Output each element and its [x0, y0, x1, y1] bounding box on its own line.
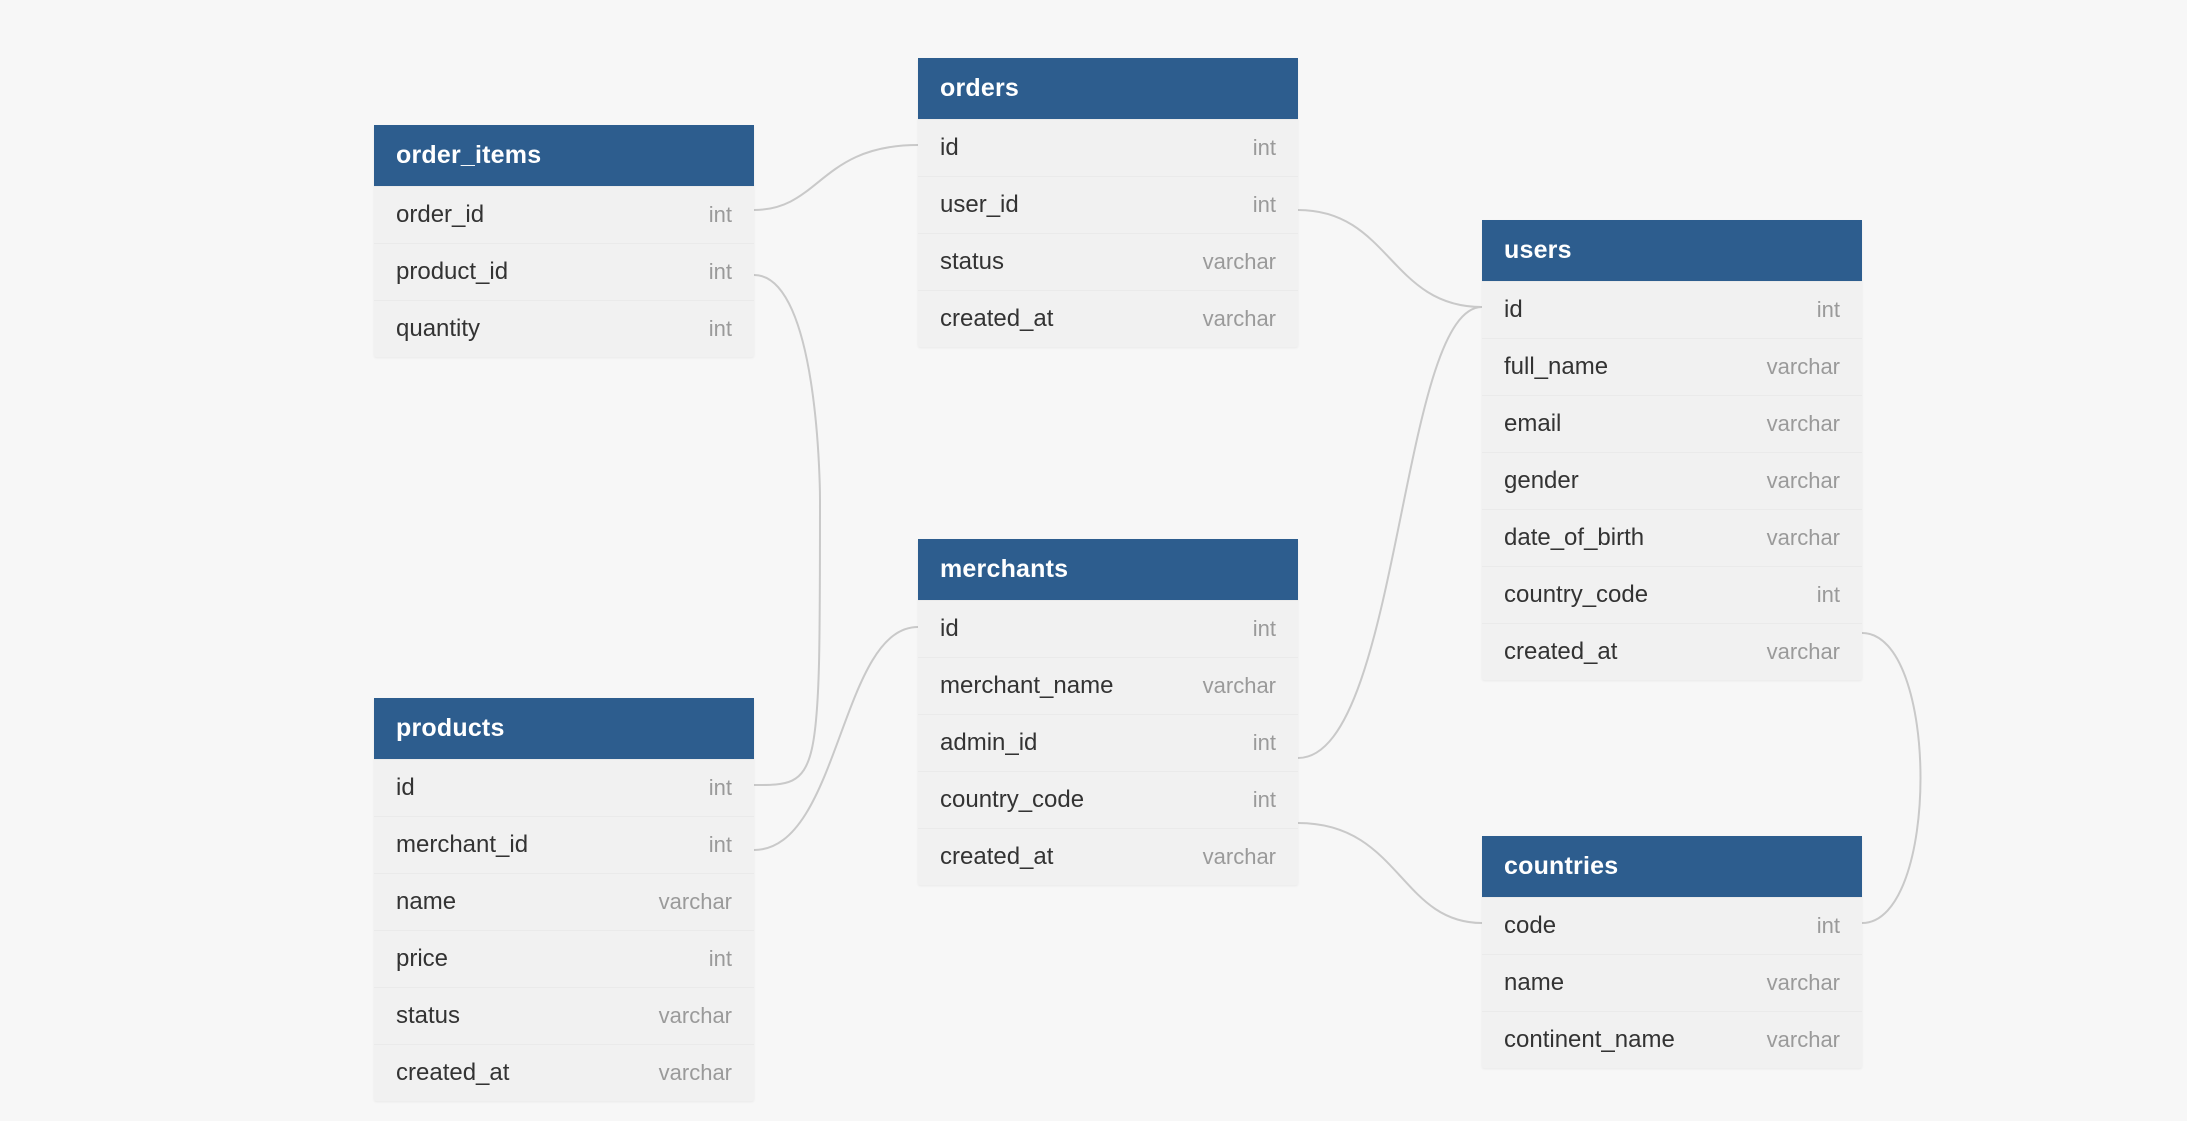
column-row[interactable]: price int [374, 930, 754, 987]
column-type: varchar [1767, 970, 1840, 996]
table-products[interactable]: products id int merchant_id int name var… [374, 698, 754, 1101]
column-row[interactable]: created_at varchar [918, 290, 1298, 347]
column-name: id [396, 774, 415, 802]
column-type: varchar [1203, 673, 1276, 699]
column-name: created_at [940, 843, 1053, 871]
column-row[interactable]: name varchar [374, 873, 754, 930]
column-name: price [396, 945, 448, 973]
column-name: email [1504, 410, 1561, 438]
column-name: status [396, 1002, 460, 1030]
column-type: int [1817, 297, 1840, 323]
column-type: varchar [1767, 639, 1840, 665]
column-name: user_id [940, 191, 1019, 219]
column-type: int [709, 946, 732, 972]
column-row[interactable]: id int [1482, 281, 1862, 338]
column-type: varchar [1767, 468, 1840, 494]
column-type: varchar [1203, 249, 1276, 275]
column-name: name [396, 888, 456, 916]
column-type: int [709, 316, 732, 342]
column-name: order_id [396, 201, 484, 229]
column-row[interactable]: name varchar [1482, 954, 1862, 1011]
column-type: int [1253, 192, 1276, 218]
column-row[interactable]: id int [374, 759, 754, 816]
table-header: merchants [918, 539, 1298, 600]
table-merchants[interactable]: merchants id int merchant_name varchar a… [918, 539, 1298, 885]
column-row[interactable]: id int [918, 600, 1298, 657]
column-row[interactable]: admin_id int [918, 714, 1298, 771]
column-row[interactable]: continent_name varchar [1482, 1011, 1862, 1068]
column-type: varchar [1767, 411, 1840, 437]
column-row[interactable]: date_of_birth varchar [1482, 509, 1862, 566]
column-row[interactable]: product_id int [374, 243, 754, 300]
column-name: date_of_birth [1504, 524, 1644, 552]
column-type: int [1253, 616, 1276, 642]
column-name: full_name [1504, 353, 1608, 381]
column-name: country_code [940, 786, 1084, 814]
column-row[interactable]: created_at varchar [1482, 623, 1862, 680]
column-name: merchant_name [940, 672, 1113, 700]
column-name: created_at [940, 305, 1053, 333]
column-name: created_at [1504, 638, 1617, 666]
column-row[interactable]: country_code int [918, 771, 1298, 828]
column-name: country_code [1504, 581, 1648, 609]
table-header: countries [1482, 836, 1862, 897]
column-row[interactable]: country_code int [1482, 566, 1862, 623]
column-row[interactable]: code int [1482, 897, 1862, 954]
column-type: int [709, 202, 732, 228]
er-diagram-canvas[interactable]: order_items order_id int product_id int … [0, 0, 2187, 1121]
column-name: continent_name [1504, 1026, 1675, 1054]
column-name: quantity [396, 315, 480, 343]
column-type: varchar [659, 1003, 732, 1029]
column-name: admin_id [940, 729, 1037, 757]
column-row[interactable]: created_at varchar [918, 828, 1298, 885]
column-type: int [709, 259, 732, 285]
column-type: varchar [659, 889, 732, 915]
column-type: varchar [659, 1060, 732, 1086]
table-header: order_items [374, 125, 754, 186]
column-row[interactable]: email varchar [1482, 395, 1862, 452]
column-type: int [1817, 913, 1840, 939]
table-header: products [374, 698, 754, 759]
column-name: product_id [396, 258, 508, 286]
column-type: varchar [1767, 525, 1840, 551]
table-order-items[interactable]: order_items order_id int product_id int … [374, 125, 754, 357]
column-type: int [709, 832, 732, 858]
table-orders[interactable]: orders id int user_id int status varchar… [918, 58, 1298, 347]
table-users[interactable]: users id int full_name varchar email var… [1482, 220, 1862, 680]
column-name: name [1504, 969, 1564, 997]
column-type: int [1253, 135, 1276, 161]
table-header: users [1482, 220, 1862, 281]
column-row[interactable]: full_name varchar [1482, 338, 1862, 395]
column-row[interactable]: merchant_id int [374, 816, 754, 873]
column-type: int [1253, 787, 1276, 813]
column-type: int [1817, 582, 1840, 608]
column-row[interactable]: order_id int [374, 186, 754, 243]
column-type: varchar [1767, 1027, 1840, 1053]
table-countries[interactable]: countries code int name varchar continen… [1482, 836, 1862, 1068]
column-row[interactable]: quantity int [374, 300, 754, 357]
column-name: id [940, 615, 959, 643]
column-type: int [709, 775, 732, 801]
column-row[interactable]: gender varchar [1482, 452, 1862, 509]
column-name: created_at [396, 1059, 509, 1087]
column-name: code [1504, 912, 1556, 940]
column-type: int [1253, 730, 1276, 756]
column-type: varchar [1203, 306, 1276, 332]
column-row[interactable]: id int [918, 119, 1298, 176]
column-type: varchar [1203, 844, 1276, 870]
column-name: status [940, 248, 1004, 276]
column-row[interactable]: status varchar [374, 987, 754, 1044]
column-row[interactable]: merchant_name varchar [918, 657, 1298, 714]
column-row[interactable]: created_at varchar [374, 1044, 754, 1101]
column-name: merchant_id [396, 831, 528, 859]
table-header: orders [918, 58, 1298, 119]
column-name: id [940, 134, 959, 162]
column-type: varchar [1767, 354, 1840, 380]
column-name: id [1504, 296, 1523, 324]
column-name: gender [1504, 467, 1579, 495]
column-row[interactable]: user_id int [918, 176, 1298, 233]
column-row[interactable]: status varchar [918, 233, 1298, 290]
